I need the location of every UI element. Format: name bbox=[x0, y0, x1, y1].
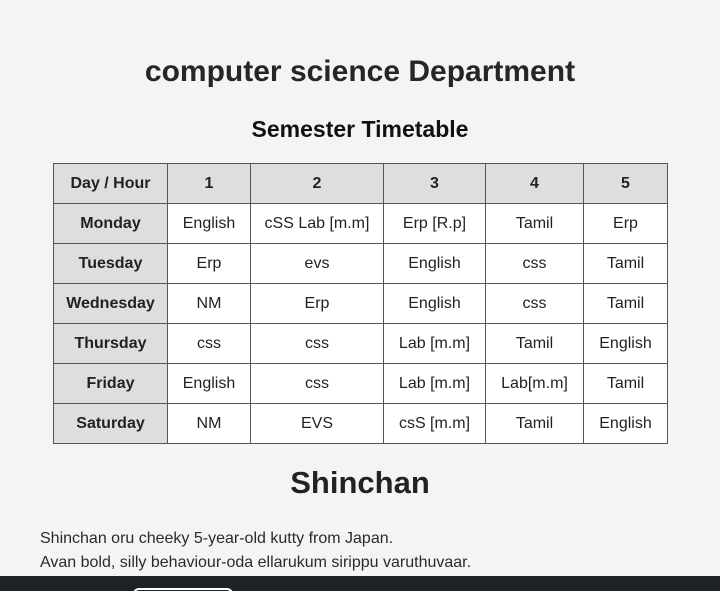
day-cell: Thursday bbox=[53, 323, 168, 364]
header-hour-5: 5 bbox=[583, 163, 668, 204]
header-hour-3: 3 bbox=[383, 163, 486, 204]
day-cell: Monday bbox=[53, 203, 168, 244]
shinchan-title: Shinchan bbox=[290, 465, 430, 500]
day-cell: Friday bbox=[53, 363, 168, 404]
table-cell: Erp bbox=[583, 203, 668, 244]
table-row: Wednesday NM Erp English css Tamil bbox=[53, 283, 668, 324]
table-cell: EVS bbox=[250, 403, 384, 444]
table-cell: English bbox=[383, 283, 486, 324]
timetable-title: Semester Timetable bbox=[251, 116, 469, 142]
table-row: Monday English cSS Lab [m.m] Erp [R.p] T… bbox=[53, 203, 668, 244]
page: computer science Department Semester Tim… bbox=[0, 0, 720, 591]
header-hour-2: 2 bbox=[250, 163, 384, 204]
table-cell: css bbox=[167, 323, 251, 364]
table-cell: evs bbox=[250, 243, 384, 284]
table-cell: Erp [R.p] bbox=[383, 203, 486, 244]
table-cell: Lab [m.m] bbox=[383, 363, 486, 404]
table-cell: English bbox=[383, 243, 486, 284]
table-cell: Tamil bbox=[583, 363, 668, 404]
table-cell: English bbox=[583, 323, 668, 364]
day-cell: Saturday bbox=[53, 403, 168, 444]
table-cell: Tamil bbox=[485, 403, 584, 444]
header-hour-1: 1 bbox=[167, 163, 251, 204]
table-cell: English bbox=[583, 403, 668, 444]
table-row: Friday English css Lab [m.m] Lab[m.m] Ta… bbox=[53, 363, 668, 404]
table-cell: Erp bbox=[250, 283, 384, 324]
department-title: computer science Department bbox=[144, 55, 576, 88]
table-cell: Tamil bbox=[485, 323, 584, 364]
description-line: Avan bold, silly behaviour-oda ellarukum… bbox=[40, 554, 472, 571]
timetable-header-row: Day / Hour 1 2 3 4 5 bbox=[53, 163, 668, 204]
table-cell: Tamil bbox=[583, 243, 668, 284]
table-row: Saturday NM EVS csS [m.m] Tamil English bbox=[53, 403, 668, 444]
description-line: Shinchan oru cheeky 5-year-old kutty fro… bbox=[40, 530, 394, 547]
table-cell: Tamil bbox=[583, 283, 668, 324]
table-cell: English bbox=[167, 363, 251, 404]
table-cell: Lab[m.m] bbox=[485, 363, 584, 404]
table-row: Thursday css css Lab [m.m] Tamil English bbox=[53, 323, 668, 364]
bottom-bar bbox=[0, 576, 720, 591]
table-cell: csS [m.m] bbox=[383, 403, 486, 444]
table-cell: NM bbox=[167, 283, 251, 324]
table-cell: css bbox=[250, 363, 384, 404]
table-cell: css bbox=[485, 243, 584, 284]
table-cell: css bbox=[250, 323, 384, 364]
table-cell: NM bbox=[167, 403, 251, 444]
table-row: Tuesday Erp evs English css Tamil bbox=[53, 243, 668, 284]
table-cell: Tamil bbox=[485, 203, 584, 244]
table-cell: Lab [m.m] bbox=[383, 323, 486, 364]
table-cell: Erp bbox=[167, 243, 251, 284]
table-cell: English bbox=[167, 203, 251, 244]
header-hour-4: 4 bbox=[485, 163, 584, 204]
day-cell: Wednesday bbox=[53, 283, 168, 324]
table-cell: css bbox=[485, 283, 584, 324]
timetable: Day / Hour 1 2 3 4 5 Monday English cSS … bbox=[53, 163, 668, 444]
shinchan-description: Shinchan oru cheeky 5-year-old kutty fro… bbox=[40, 527, 471, 575]
day-cell: Tuesday bbox=[53, 243, 168, 284]
header-day-hour: Day / Hour bbox=[53, 163, 168, 204]
table-cell: cSS Lab [m.m] bbox=[250, 203, 384, 244]
